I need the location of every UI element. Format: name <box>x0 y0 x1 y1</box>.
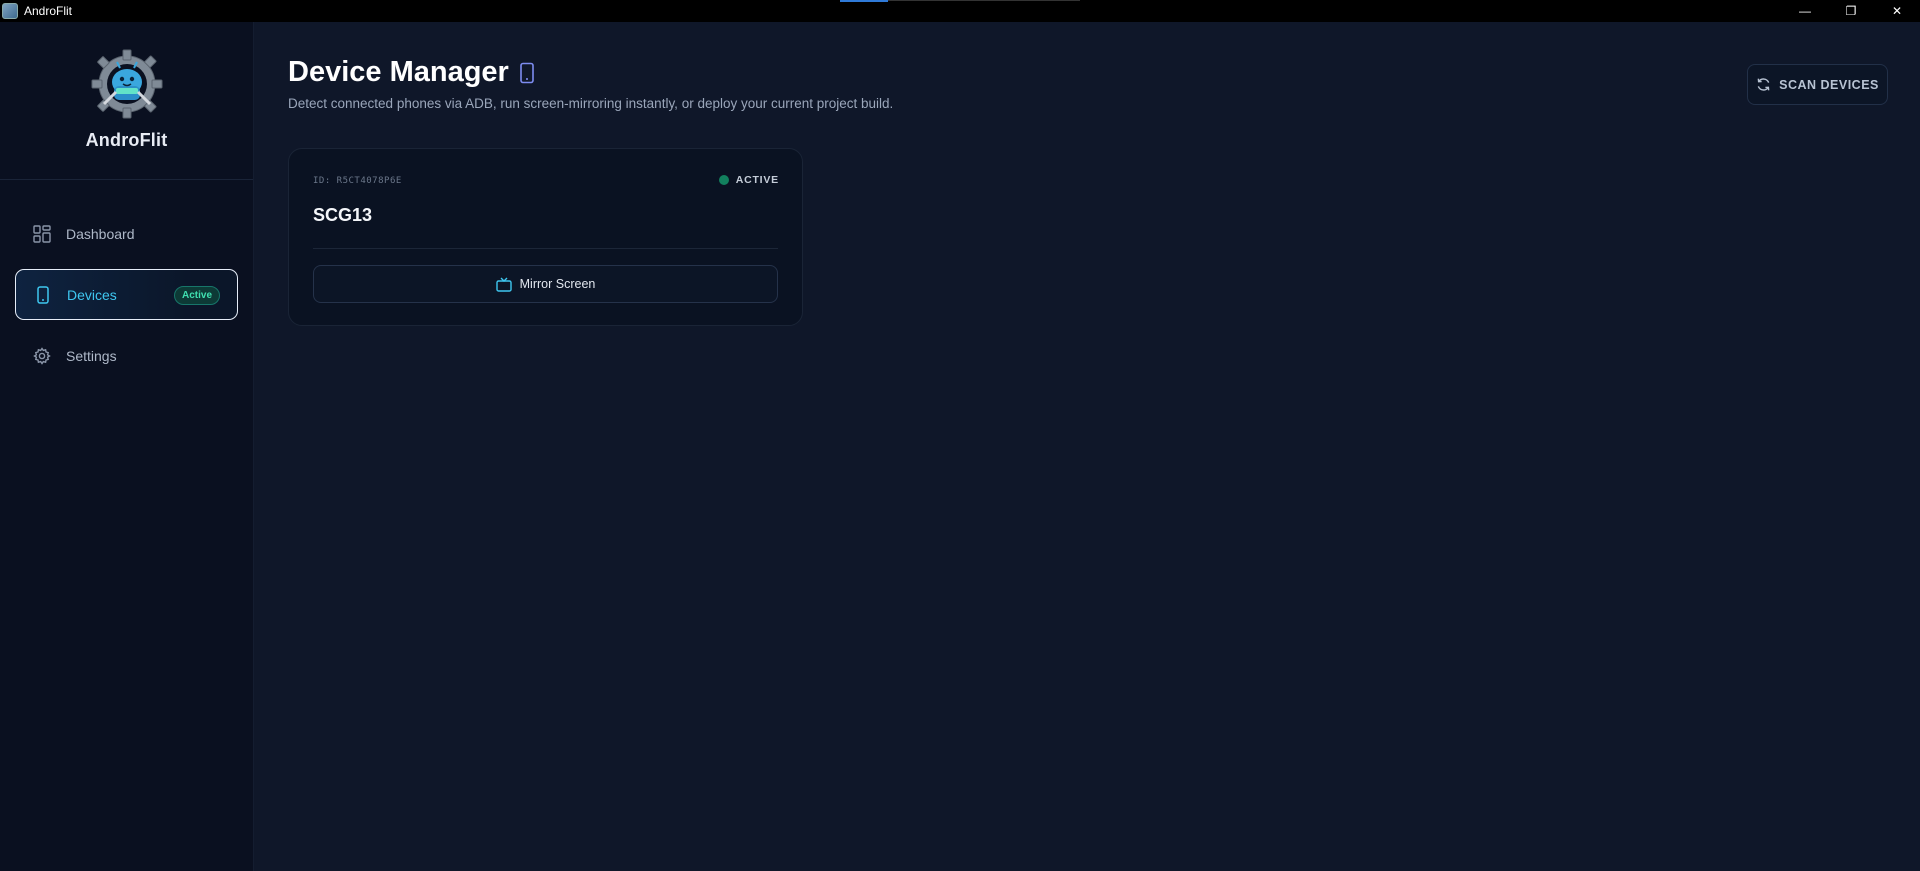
restore-button[interactable]: ❐ <box>1828 0 1874 22</box>
app-icon <box>2 3 18 19</box>
page-title-text: Device Manager <box>288 56 509 88</box>
mirror-screen-button[interactable]: Mirror Screen <box>313 265 778 303</box>
scan-devices-label: SCAN DEVICES <box>1779 77 1879 92</box>
sidebar-nav: Dashboard Devices Active Settings <box>0 180 253 381</box>
titlebar-accent-line <box>840 0 888 2</box>
sidebar-item-devices[interactable]: Devices Active <box>15 269 238 320</box>
status-dot-icon <box>718 175 729 185</box>
androflit-logo <box>90 48 164 120</box>
device-id: ID: R5CT4078P6E <box>313 176 402 186</box>
mirror-screen-label: Mirror Screen <box>519 277 596 291</box>
card-divider <box>313 248 778 249</box>
device-card: ID: R5CT4078P6E ACTIVE SCG13 Mirror Scre… <box>288 148 803 326</box>
close-button[interactable]: ✕ <box>1874 0 1920 22</box>
device-name: SCG13 <box>313 205 373 225</box>
sidebar-item-label: Dashboard <box>66 225 135 242</box>
sidebar: AndroFlit Dashboard Devices Active Setti… <box>0 22 254 871</box>
active-badge: Active <box>173 286 220 305</box>
main-content: Device Manager Detect connected phones v… <box>255 22 1920 871</box>
dashboard-grid-icon <box>33 224 51 243</box>
sidebar-item-label: Devices <box>67 286 117 303</box>
gear-icon <box>33 346 51 365</box>
sidebar-item-label: Settings <box>66 347 117 364</box>
tv-icon <box>495 277 512 292</box>
window-title: AndroFlit <box>24 4 73 18</box>
status-badge: ACTIVE <box>718 174 779 186</box>
page-title: Device Manager <box>288 56 535 89</box>
refresh-icon <box>1756 77 1771 92</box>
minimize-button[interactable]: — <box>1782 0 1828 22</box>
page-subtitle: Detect connected phones via ADB, run scr… <box>288 96 894 111</box>
phone-icon <box>34 285 52 304</box>
sidebar-item-dashboard[interactable]: Dashboard <box>15 208 238 259</box>
brand-area: AndroFlit <box>0 22 253 180</box>
brand-name: AndroFlit <box>85 130 168 150</box>
window-titlebar: AndroFlit — ❐ ✕ <box>0 0 1920 22</box>
titlebar-divider-line <box>888 0 1080 1</box>
sidebar-item-settings[interactable]: Settings <box>15 330 238 381</box>
window-controls: — ❐ ✕ <box>1782 0 1920 22</box>
phone-icon <box>519 62 535 84</box>
status-text: ACTIVE <box>735 174 779 186</box>
scan-devices-button[interactable]: SCAN DEVICES <box>1747 64 1888 105</box>
